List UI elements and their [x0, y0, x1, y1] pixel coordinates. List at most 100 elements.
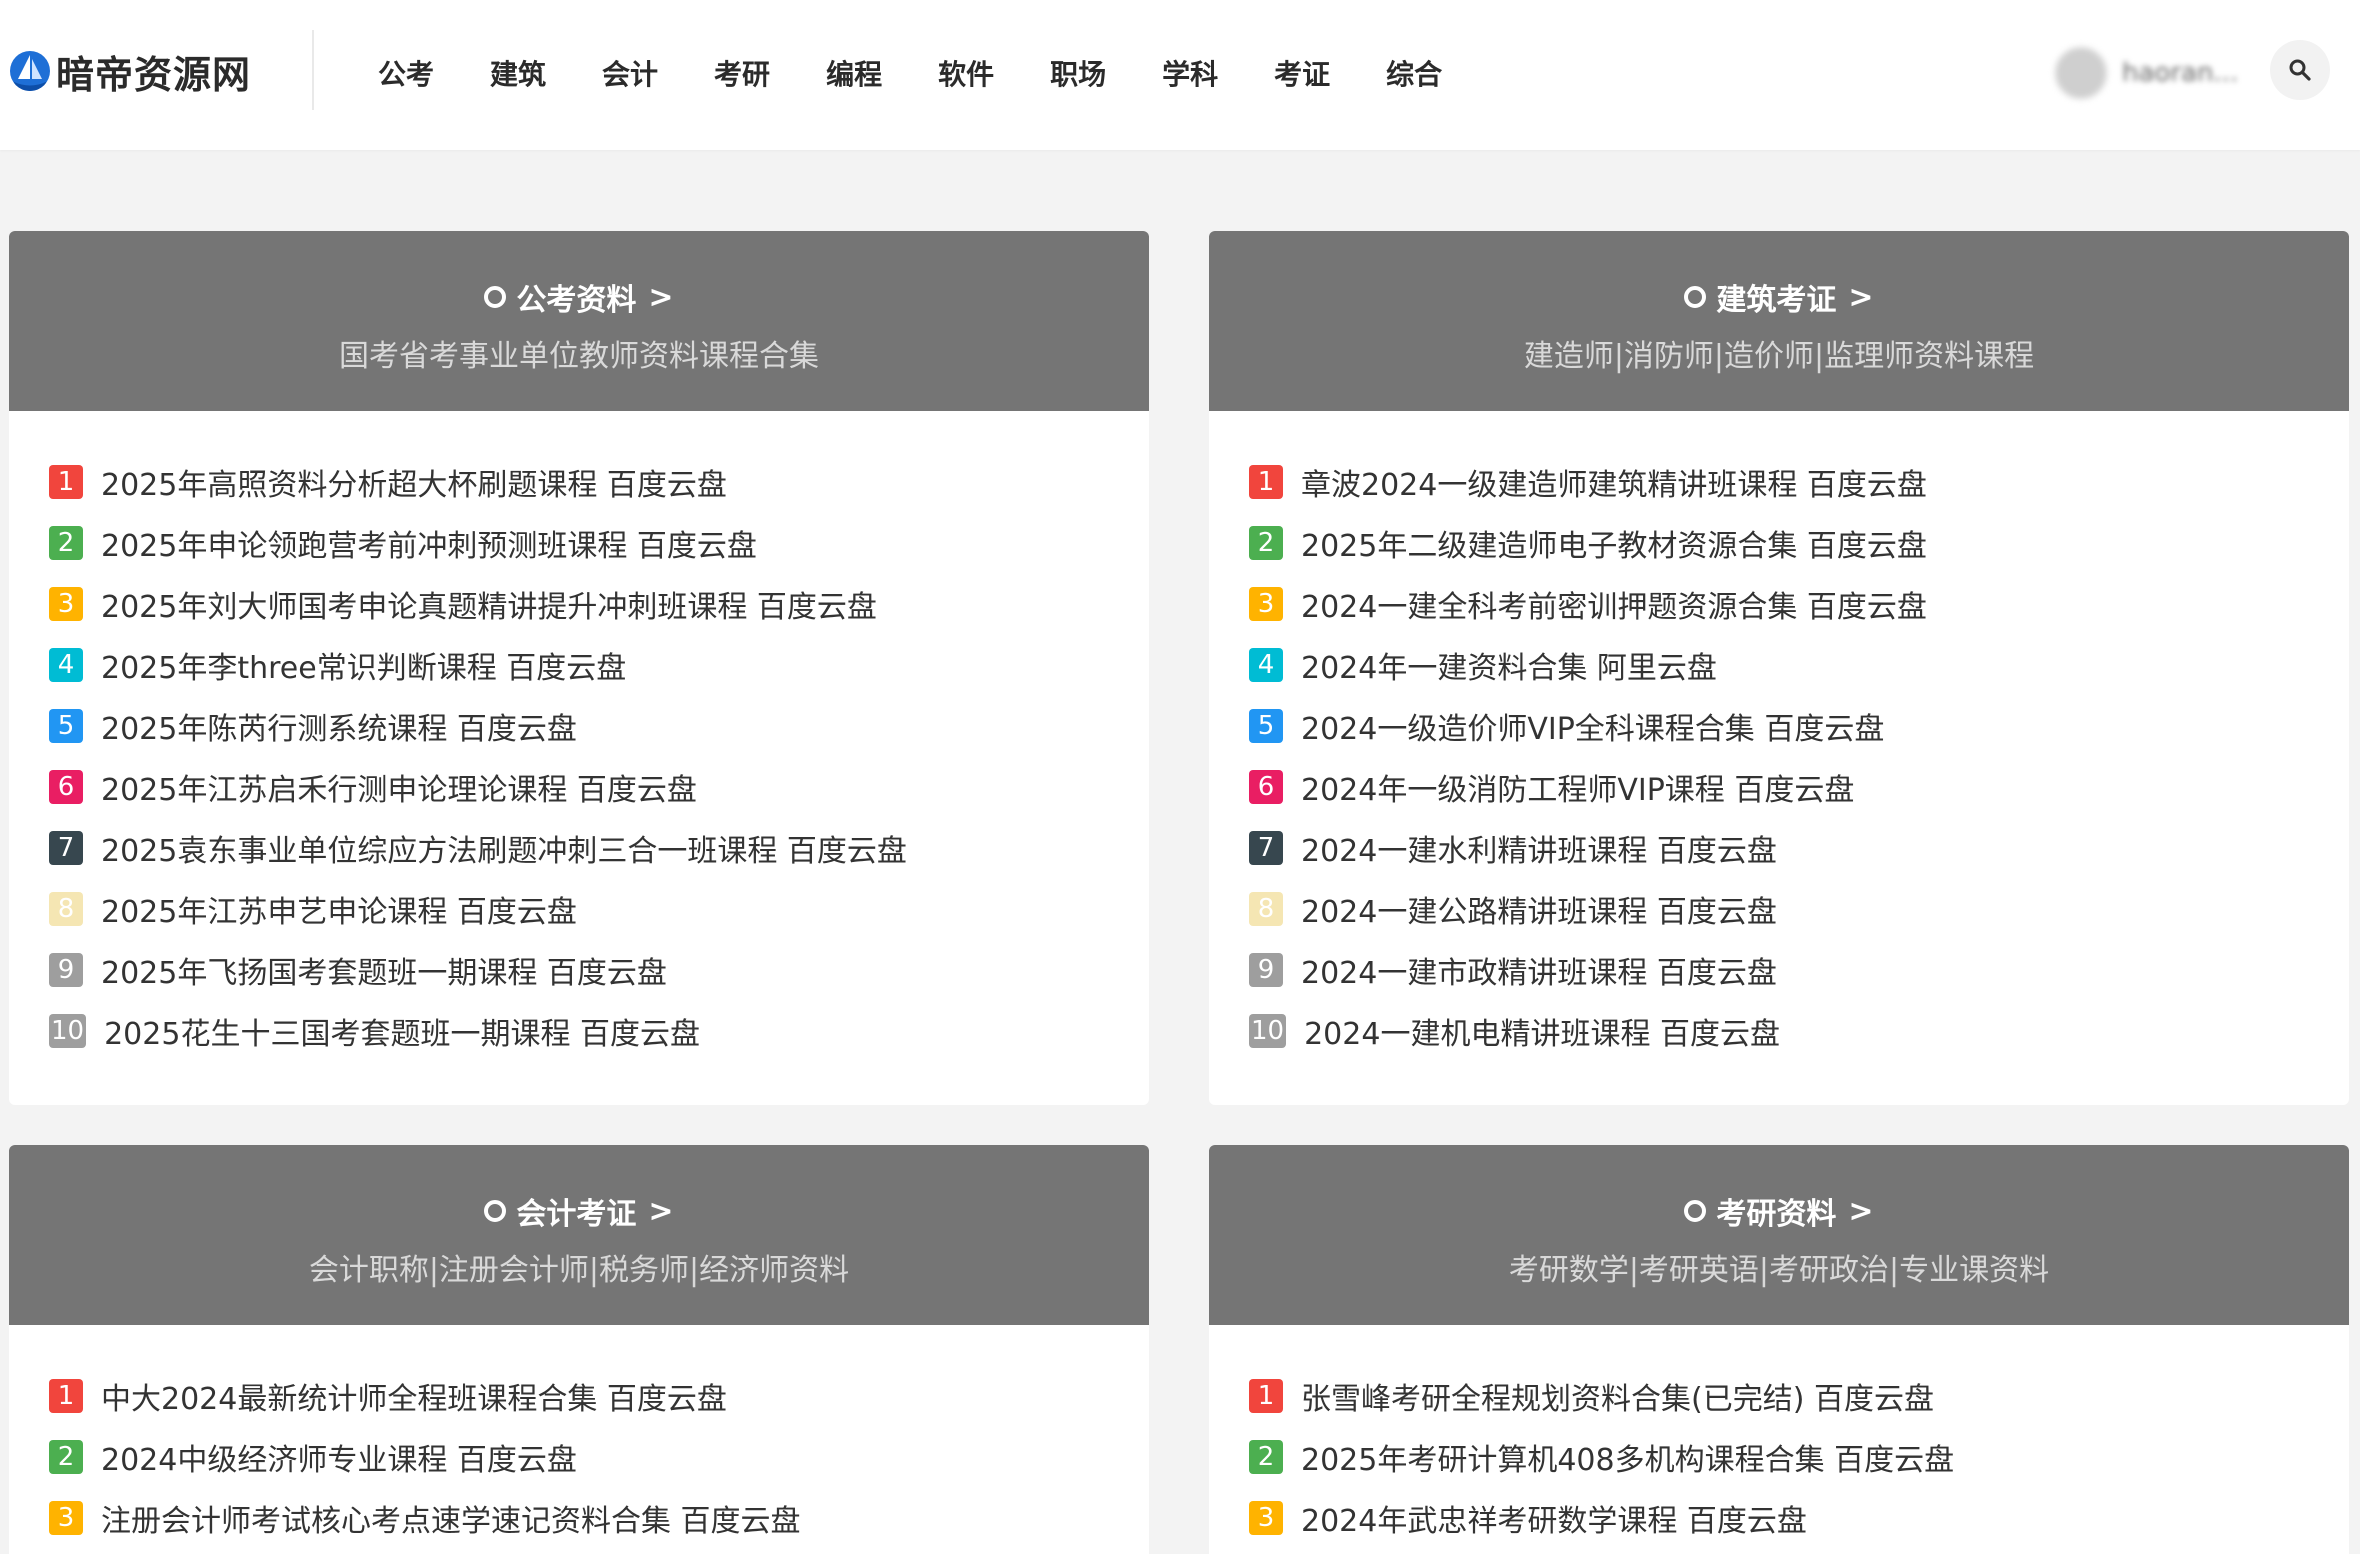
list-item[interactable]: 5 2025年陈芮行测系统课程 百度云盘 — [49, 695, 1149, 756]
card-subtitle: 考研数学|考研英语|考研政治|专业课资料 — [1508, 1253, 2050, 1288]
list-item[interactable]: 1 中大2024最新统计师全程班课程合集 百度云盘 — [49, 1365, 1149, 1426]
user-menu[interactable]: haoran... — [2054, 46, 2238, 100]
rank-badge: 3 — [49, 1500, 83, 1535]
list-item-title: 章波2024一级建造师建筑精讲班课程 百度云盘 — [1301, 467, 1927, 503]
nav-item-kaozheng[interactable]: 考证 — [1274, 53, 1330, 93]
card-title: 会计考证 — [516, 1197, 637, 1232]
rank-badge: 8 — [49, 891, 83, 926]
circle-icon — [484, 286, 507, 308]
rank-badge: 1 — [1249, 1378, 1283, 1413]
card-list: 1 章波2024一级建造师建筑精讲班课程 百度云盘 2 2025年二级建造师电子教材… — [1209, 411, 2349, 1101]
list-item[interactable]: 1 2025年高照资料分析超大杯刷题课程 百度云盘 — [49, 451, 1149, 512]
rank-badge: 2 — [49, 1439, 83, 1474]
card-header: 建筑考证 > 建造师|消防师|造价师|监理师资料课程 — [1209, 231, 2349, 411]
list-item[interactable]: 8 2024一建公路精讲班课程 百度云盘 — [1249, 878, 2349, 939]
list-item[interactable]: 2 2025年考研计算机408多机构课程合集 百度云盘 — [1249, 1426, 2349, 1487]
rank-badge: 10 — [49, 1013, 87, 1048]
avatar — [2054, 46, 2108, 100]
list-item-title: 2024一级造价师VIP全科课程合集 百度云盘 — [1301, 711, 1885, 747]
list-item[interactable]: 10 2024一建机电精讲班课程 百度云盘 — [1249, 1000, 2349, 1061]
circle-icon — [1684, 286, 1707, 308]
list-item[interactable]: 3 注册会计师考试核心考点速学速记资料合集 百度云盘 — [49, 1487, 1149, 1548]
list-item-title: 2025年李three常识判断课程 百度云盘 — [101, 650, 627, 686]
card-list: 1 中大2024最新统计师全程班课程合集 百度云盘 2 2024中级经济师专业课程 … — [9, 1325, 1149, 1554]
list-item[interactable]: 3 2025年刘大师国考申论真题精讲提升冲刺班课程 百度云盘 — [49, 573, 1149, 634]
list-item[interactable]: 6 2024年一级消防工程师VIP课程 百度云盘 — [1249, 756, 2349, 817]
rank-badge: 5 — [49, 708, 83, 743]
rank-badge: 2 — [1249, 1439, 1283, 1474]
list-item[interactable]: 2 2025年二级建造师电子教材资源合集 百度云盘 — [1249, 512, 2349, 573]
list-item[interactable]: 9 2025年飞扬国考套题班一期课程 百度云盘 — [49, 939, 1149, 1000]
nav-item-jianzhu[interactable]: 建筑 — [490, 53, 546, 93]
rank-badge: 4 — [49, 647, 83, 682]
circle-icon — [1684, 1200, 1707, 1222]
list-item[interactable]: 10 2025花生十三国考套题班一期课程 百度云盘 — [49, 1000, 1149, 1061]
rank-badge: 2 — [1249, 525, 1283, 560]
list-item-title: 2025年江苏申艺申论课程 百度云盘 — [101, 894, 577, 930]
list-item[interactable]: 5 2024一级造价师VIP全科课程合集 百度云盘 — [1249, 695, 2349, 756]
nav-item-zonghe[interactable]: 综合 — [1386, 53, 1442, 93]
list-item-title: 2024一建机电精讲班课程 百度云盘 — [1304, 1016, 1780, 1052]
header-divider — [312, 30, 314, 110]
nav-item-xueke[interactable]: 学科 — [1162, 53, 1218, 93]
rank-badge: 3 — [49, 586, 83, 621]
list-item-title: 2024一建市政精讲班课程 百度云盘 — [1301, 955, 1777, 991]
rank-badge: 1 — [49, 1378, 83, 1413]
nav-item-ruanjian[interactable]: 软件 — [938, 53, 994, 93]
rank-badge: 4 — [1249, 647, 1283, 682]
list-item-title: 中大2024最新统计师全程班课程合集 百度云盘 — [101, 1381, 727, 1417]
list-item-title: 2025年刘大师国考申论真题精讲提升冲刺班课程 百度云盘 — [101, 589, 877, 625]
list-item[interactable]: 4 2025年李three常识判断课程 百度云盘 — [49, 634, 1149, 695]
card-header: 考研资料 > 考研数学|考研英语|考研政治|专业课资料 — [1209, 1145, 2349, 1325]
search-button[interactable] — [2270, 40, 2330, 100]
list-item[interactable]: 3 2024一建全科考前密训押题资源合集 百度云盘 — [1249, 573, 2349, 634]
list-item[interactable]: 9 2024一建市政精讲班课程 百度云盘 — [1249, 939, 2349, 1000]
list-item[interactable]: 8 2025年江苏申艺申论课程 百度云盘 — [49, 878, 1149, 939]
list-item-title: 2025年申论领跑营考前冲刺预测班课程 百度云盘 — [101, 528, 757, 564]
rank-badge: 9 — [1249, 952, 1283, 987]
card-subtitle: 国考省考事业单位教师资料课程合集 — [339, 339, 819, 374]
list-item[interactable]: 1 章波2024一级建造师建筑精讲班课程 百度云盘 — [1249, 451, 2349, 512]
list-item[interactable]: 6 2025年江苏启禾行测申论理论课程 百度云盘 — [49, 756, 1149, 817]
category-card-kaoyan: 考研资料 > 考研数学|考研英语|考研政治|专业课资料 1 张雪峰考研全程规划资料… — [1209, 1145, 2349, 1554]
list-item[interactable]: 7 2025袁东事业单位综应方法刷题冲刺三合一班课程 百度云盘 — [49, 817, 1149, 878]
main-nav: 公考 建筑 会计 考研 编程 软件 职场 学科 考证 综合 — [378, 48, 1498, 98]
list-item-title: 2025年二级建造师电子教材资源合集 百度云盘 — [1301, 528, 1927, 564]
category-card-kuaiji: 会计考证 > 会计职称|注册会计师|税务师|经济师资料 1 中大2024最新统计师… — [9, 1145, 1149, 1554]
list-item-title: 2024一建公路精讲班课程 百度云盘 — [1301, 894, 1777, 930]
rank-badge: 10 — [1249, 1013, 1287, 1048]
list-item-title: 2024一建全科考前密训押题资源合集 百度云盘 — [1301, 589, 1927, 625]
card-title-link[interactable]: 建筑考证 > — [1209, 231, 2349, 318]
card-header: 会计考证 > 会计职称|注册会计师|税务师|经济师资料 — [9, 1145, 1149, 1325]
rank-badge: 6 — [1249, 769, 1283, 804]
nav-item-kaoyan[interactable]: 考研 — [714, 53, 770, 93]
card-title-link[interactable]: 公考资料 > — [9, 231, 1149, 318]
logo-text: 暗帝资源网 — [56, 51, 252, 97]
list-item-title: 2025年飞扬国考套题班一期课程 百度云盘 — [101, 955, 667, 991]
list-item[interactable]: 7 2024一建水利精讲班课程 百度云盘 — [1249, 817, 2349, 878]
rank-badge: 1 — [1249, 464, 1283, 499]
list-item[interactable]: 2 2025年申论领跑营考前冲刺预测班课程 百度云盘 — [49, 512, 1149, 573]
list-item[interactable]: 2 2024中级经济师专业课程 百度云盘 — [49, 1426, 1149, 1487]
rank-badge: 7 — [49, 830, 83, 865]
rank-badge: 3 — [1249, 1500, 1283, 1535]
nav-item-kuaiji[interactable]: 会计 — [602, 53, 658, 93]
card-title-link[interactable]: 考研资料 > — [1209, 1145, 2349, 1232]
user-name: haoran... — [2122, 58, 2239, 88]
card-title-link[interactable]: 会计考证 > — [9, 1145, 1149, 1232]
rank-badge: 9 — [49, 952, 83, 987]
site-logo[interactable]: 暗帝资源网 — [10, 44, 251, 98]
category-card-jianzhu: 建筑考证 > 建造师|消防师|造价师|监理师资料课程 1 章波2024一级建造师建… — [1209, 231, 2349, 1105]
list-item[interactable]: 3 2024年武忠祥考研数学课程 百度云盘 — [1249, 1487, 2349, 1548]
list-item[interactable]: 4 2024年一建资料合集 阿里云盘 — [1249, 634, 2349, 695]
card-header: 公考资料 > 国考省考事业单位教师资料课程合集 — [9, 231, 1149, 411]
nav-item-zhichang[interactable]: 职场 — [1050, 53, 1106, 93]
sail-logo-icon — [10, 51, 50, 91]
card-list: 1 张雪峰考研全程规划资料合集(已完结) 百度云盘 2 2025年考研计算机408多… — [1209, 1325, 2349, 1554]
list-item-title: 2025袁东事业单位综应方法刷题冲刺三合一班课程 百度云盘 — [101, 833, 907, 869]
card-title: 考研资料 — [1716, 1197, 1837, 1232]
nav-item-biancheng[interactable]: 编程 — [826, 53, 882, 93]
nav-item-gongkao[interactable]: 公考 — [378, 53, 434, 93]
chevron-right-icon: > — [1848, 1193, 1874, 1229]
list-item[interactable]: 1 张雪峰考研全程规划资料合集(已完结) 百度云盘 — [1249, 1365, 2349, 1426]
